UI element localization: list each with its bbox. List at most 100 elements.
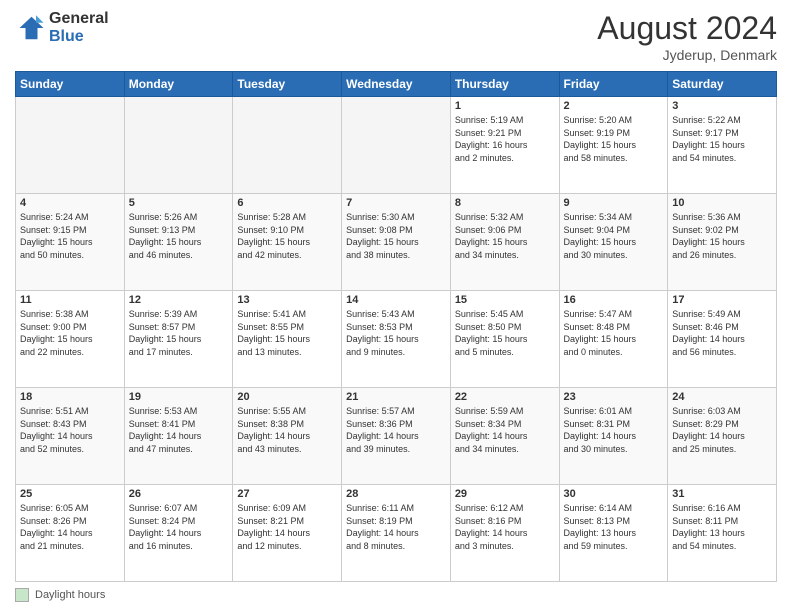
- calendar-day-cell: 31Sunrise: 6:16 AM Sunset: 8:11 PM Dayli…: [668, 485, 777, 582]
- day-info: Sunrise: 6:09 AM Sunset: 8:21 PM Dayligh…: [237, 502, 337, 552]
- day-number: 31: [672, 488, 772, 500]
- calendar-day-cell: 8 Sunrise: 5:32 AM Sunset: 9:06 PM Daylig…: [450, 194, 559, 291]
- calendar-day-cell: [342, 97, 451, 194]
- day-info: Sunrise: 5:47 AM Sunset: 8:48 PM Dayligh…: [564, 308, 664, 358]
- day-info: Sunrise: 6:01 AM Sunset: 8:31 PM Dayligh…: [564, 405, 664, 455]
- day-number: 5: [129, 197, 229, 209]
- day-info: Sunrise: 5:53 AM Sunset: 8:41 PM Dayligh…: [129, 405, 229, 455]
- calendar-week-row: 25Sunrise: 6:05 AM Sunset: 8:26 PM Dayli…: [16, 485, 777, 582]
- calendar-day-cell: [233, 97, 342, 194]
- day-number: 4: [20, 197, 120, 209]
- calendar-header-cell: Monday: [124, 72, 233, 97]
- day-number: 3: [672, 100, 772, 112]
- daylight-legend-box: [15, 588, 29, 602]
- day-number: 25: [20, 488, 120, 500]
- day-number: 26: [129, 488, 229, 500]
- calendar-day-cell: 2 Sunrise: 5:20 AM Sunset: 9:19 PM Daylig…: [559, 97, 668, 194]
- day-number: 20: [237, 391, 337, 403]
- calendar-day-cell: 26Sunrise: 6:07 AM Sunset: 8:24 PM Dayli…: [124, 485, 233, 582]
- calendar-header-cell: Thursday: [450, 72, 559, 97]
- day-info: Sunrise: 5:34 AM Sunset: 9:04 PM Dayligh…: [564, 211, 664, 261]
- calendar-header-cell: Friday: [559, 72, 668, 97]
- day-number: 16: [564, 294, 664, 306]
- day-number: 10: [672, 197, 772, 209]
- calendar-day-cell: 7 Sunrise: 5:30 AM Sunset: 9:08 PM Daylig…: [342, 194, 451, 291]
- day-info: Sunrise: 5:30 AM Sunset: 9:08 PM Dayligh…: [346, 211, 446, 261]
- day-number: 19: [129, 391, 229, 403]
- calendar-day-cell: 27Sunrise: 6:09 AM Sunset: 8:21 PM Dayli…: [233, 485, 342, 582]
- calendar-day-cell: 29 Sunrise: 6:12 AM Sunset: 8:16 PM Dayli…: [450, 485, 559, 582]
- calendar-day-cell: 14 Sunrise: 5:43 AM Sunset: 8:53 PM Dayli…: [342, 291, 451, 388]
- calendar-day-cell: [124, 97, 233, 194]
- day-info: Sunrise: 5:24 AM Sunset: 9:15 PM Dayligh…: [20, 211, 120, 261]
- day-number: 14: [346, 294, 446, 306]
- calendar-day-cell: 21 Sunrise: 5:57 AM Sunset: 8:36 PM Dayli…: [342, 388, 451, 485]
- day-number: 8: [455, 197, 555, 209]
- day-info: Sunrise: 5:38 AM Sunset: 9:00 PM Dayligh…: [20, 308, 120, 358]
- day-number: 12: [129, 294, 229, 306]
- calendar-week-row: 4 Sunrise: 5:24 AM Sunset: 9:15 PM Daylig…: [16, 194, 777, 291]
- calendar-day-cell: 10 Sunrise: 5:36 AM Sunset: 9:02 PM Dayli…: [668, 194, 777, 291]
- day-number: 23: [564, 391, 664, 403]
- location: Jyderup, Denmark: [597, 47, 777, 63]
- calendar-day-cell: 1Sunrise: 5:19 AM Sunset: 9:21 PM Daylig…: [450, 97, 559, 194]
- day-info: Sunrise: 5:57 AM Sunset: 8:36 PM Dayligh…: [346, 405, 446, 455]
- calendar-day-cell: 16 Sunrise: 5:47 AM Sunset: 8:48 PM Dayli…: [559, 291, 668, 388]
- day-number: 22: [455, 391, 555, 403]
- day-number: 13: [237, 294, 337, 306]
- calendar-week-row: 11Sunrise: 5:38 AM Sunset: 9:00 PM Dayli…: [16, 291, 777, 388]
- day-info: Sunrise: 5:22 AM Sunset: 9:17 PM Dayligh…: [672, 114, 772, 164]
- logo-icon: [15, 13, 45, 43]
- day-number: 21: [346, 391, 446, 403]
- calendar-week-row: 18 Sunrise: 5:51 AM Sunset: 8:43 PM Dayli…: [16, 388, 777, 485]
- day-number: 28: [346, 488, 446, 500]
- day-number: 29: [455, 488, 555, 500]
- day-info: Sunrise: 6:12 AM Sunset: 8:16 PM Dayligh…: [455, 502, 555, 552]
- day-info: Sunrise: 5:32 AM Sunset: 9:06 PM Dayligh…: [455, 211, 555, 261]
- calendar-day-cell: 9 Sunrise: 5:34 AM Sunset: 9:04 PM Daylig…: [559, 194, 668, 291]
- calendar-day-cell: 30Sunrise: 6:14 AM Sunset: 8:13 PM Dayli…: [559, 485, 668, 582]
- calendar-day-cell: [16, 97, 125, 194]
- day-info: Sunrise: 5:36 AM Sunset: 9:02 PM Dayligh…: [672, 211, 772, 261]
- calendar-header-row: SundayMondayTuesdayWednesdayThursdayFrid…: [16, 72, 777, 97]
- calendar-header-cell: Saturday: [668, 72, 777, 97]
- calendar-day-cell: 3 Sunrise: 5:22 AM Sunset: 9:17 PM Daylig…: [668, 97, 777, 194]
- calendar-day-cell: 25Sunrise: 6:05 AM Sunset: 8:26 PM Dayli…: [16, 485, 125, 582]
- day-info: Sunrise: 6:11 AM Sunset: 8:19 PM Dayligh…: [346, 502, 446, 552]
- day-number: 2: [564, 100, 664, 112]
- day-number: 9: [564, 197, 664, 209]
- month-title: August 2024: [597, 10, 777, 47]
- day-info: Sunrise: 5:45 AM Sunset: 8:50 PM Dayligh…: [455, 308, 555, 358]
- day-number: 7: [346, 197, 446, 209]
- calendar-day-cell: 19 Sunrise: 5:53 AM Sunset: 8:41 PM Dayli…: [124, 388, 233, 485]
- title-block: August 2024 Jyderup, Denmark: [597, 10, 777, 63]
- day-info: Sunrise: 5:20 AM Sunset: 9:19 PM Dayligh…: [564, 114, 664, 164]
- calendar-day-cell: 20Sunrise: 5:55 AM Sunset: 8:38 PM Dayli…: [233, 388, 342, 485]
- calendar-body: 1Sunrise: 5:19 AM Sunset: 9:21 PM Daylig…: [16, 97, 777, 582]
- day-number: 18: [20, 391, 120, 403]
- calendar-week-row: 1Sunrise: 5:19 AM Sunset: 9:21 PM Daylig…: [16, 97, 777, 194]
- footer: Daylight hours: [15, 588, 777, 602]
- day-info: Sunrise: 6:14 AM Sunset: 8:13 PM Dayligh…: [564, 502, 664, 552]
- day-info: Sunrise: 5:39 AM Sunset: 8:57 PM Dayligh…: [129, 308, 229, 358]
- calendar-day-cell: 28 Sunrise: 6:11 AM Sunset: 8:19 PM Dayli…: [342, 485, 451, 582]
- page: General Blue August 2024 Jyderup, Denmar…: [0, 0, 792, 612]
- calendar-day-cell: 17Sunrise: 5:49 AM Sunset: 8:46 PM Dayli…: [668, 291, 777, 388]
- day-info: Sunrise: 5:19 AM Sunset: 9:21 PM Dayligh…: [455, 114, 555, 164]
- calendar-day-cell: 5Sunrise: 5:26 AM Sunset: 9:13 PM Daylig…: [124, 194, 233, 291]
- header: General Blue August 2024 Jyderup, Denmar…: [15, 10, 777, 63]
- calendar-day-cell: 13 Sunrise: 5:41 AM Sunset: 8:55 PM Dayli…: [233, 291, 342, 388]
- calendar-day-cell: 18 Sunrise: 5:51 AM Sunset: 8:43 PM Dayli…: [16, 388, 125, 485]
- day-info: Sunrise: 5:49 AM Sunset: 8:46 PM Dayligh…: [672, 308, 772, 358]
- calendar-table: SundayMondayTuesdayWednesdayThursdayFrid…: [15, 71, 777, 582]
- day-info: Sunrise: 5:43 AM Sunset: 8:53 PM Dayligh…: [346, 308, 446, 358]
- calendar-day-cell: 22Sunrise: 5:59 AM Sunset: 8:34 PM Dayli…: [450, 388, 559, 485]
- calendar-header-cell: Sunday: [16, 72, 125, 97]
- calendar-day-cell: 23 Sunrise: 6:01 AM Sunset: 8:31 PM Dayli…: [559, 388, 668, 485]
- calendar-day-cell: 24Sunrise: 6:03 AM Sunset: 8:29 PM Dayli…: [668, 388, 777, 485]
- day-info: Sunrise: 5:51 AM Sunset: 8:43 PM Dayligh…: [20, 405, 120, 455]
- calendar-day-cell: 15Sunrise: 5:45 AM Sunset: 8:50 PM Dayli…: [450, 291, 559, 388]
- day-number: 24: [672, 391, 772, 403]
- day-info: Sunrise: 5:41 AM Sunset: 8:55 PM Dayligh…: [237, 308, 337, 358]
- calendar-day-cell: 11Sunrise: 5:38 AM Sunset: 9:00 PM Dayli…: [16, 291, 125, 388]
